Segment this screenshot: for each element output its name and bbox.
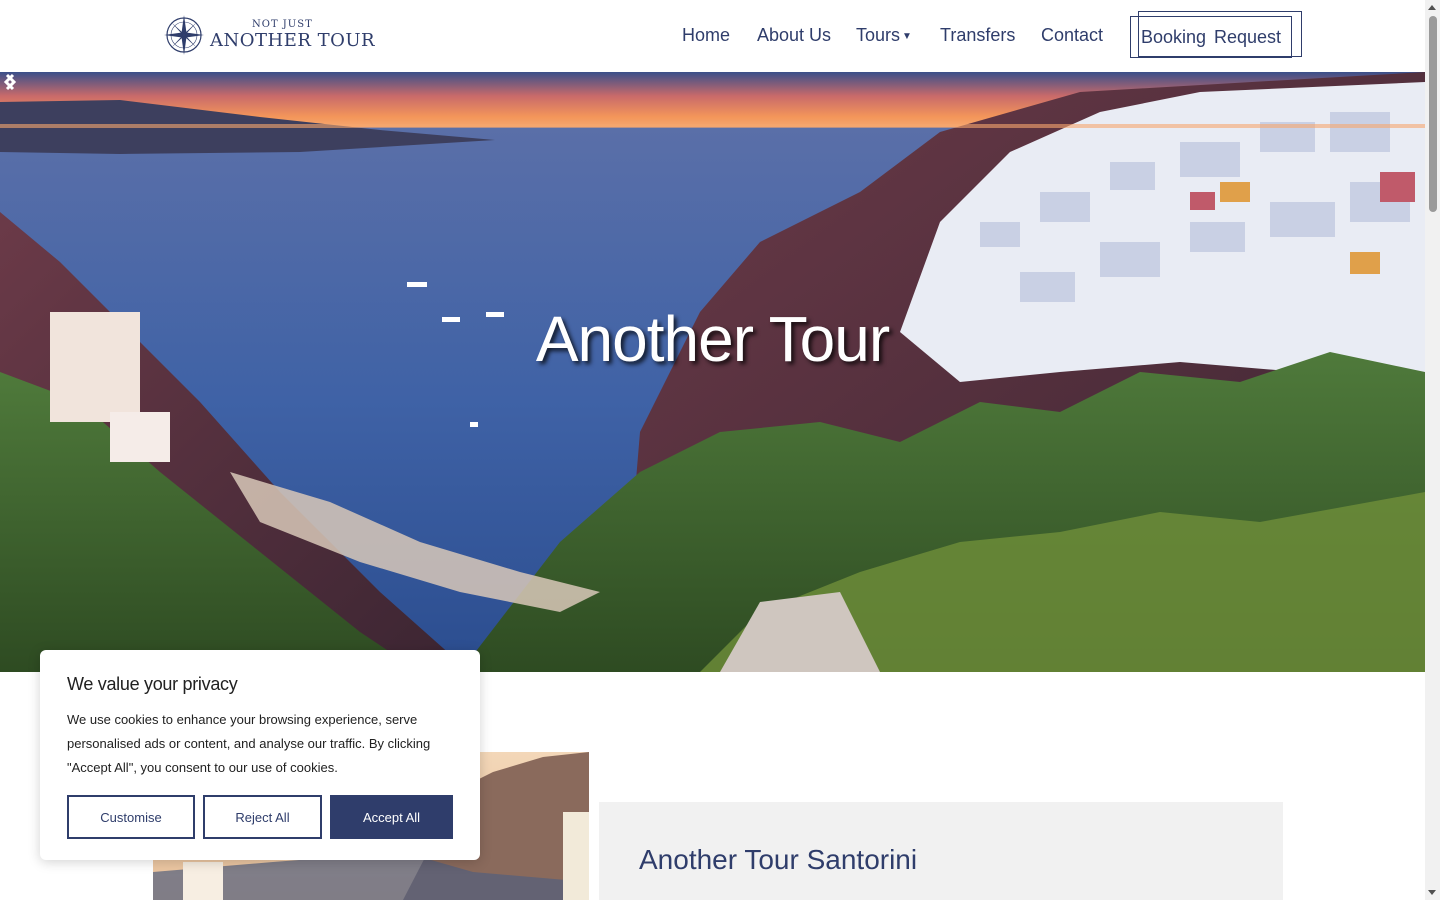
hero-slider: Another Tour [0, 72, 1425, 672]
customise-button[interactable]: Customise [67, 795, 195, 839]
compass-icon [164, 15, 204, 55]
nav-contact[interactable]: Contact [1041, 25, 1103, 46]
page-scrollbar[interactable] [1425, 0, 1440, 900]
nav-tours-label: Tours [856, 25, 901, 45]
nav-transfers[interactable]: Transfers [940, 25, 1015, 46]
chevron-down-icon: ▼ [902, 31, 912, 42]
logo-name: ANOTHER TOUR [210, 30, 376, 51]
nav-tours[interactable]: Tours ▼ [856, 25, 912, 46]
site-logo[interactable]: NOT JUST ANOTHER TOUR [162, 12, 375, 58]
tour-card-title: Another Tour Santorini [639, 844, 918, 875]
hero-title: Another Tour [535, 303, 890, 375]
scroll-thumb[interactable] [1429, 16, 1437, 212]
cookie-description: We use cookies to enhance your browsing … [67, 712, 431, 775]
tour-card: Another Tour Santorini [599, 802, 1283, 900]
cookie-title: We value your privacy [67, 674, 238, 694]
nav-home[interactable]: Home [682, 25, 730, 46]
nav-about-us[interactable]: About Us [757, 25, 831, 46]
site-header: NOT JUST ANOTHER TOUR Home About Us Tour… [0, 0, 1425, 72]
scroll-down-arrow[interactable] [1428, 890, 1436, 895]
cookie-consent-banner: We value your privacy We use cookies to … [40, 650, 480, 860]
booking-request-button[interactable]: Booking Request [1130, 11, 1302, 58]
chevron-right-icon[interactable] [0, 72, 20, 92]
accept-all-button[interactable]: Accept All [330, 795, 453, 839]
logo-tagline: NOT JUST [252, 19, 313, 30]
scroll-up-arrow[interactable] [1428, 5, 1436, 10]
reject-all-button[interactable]: Reject All [203, 795, 322, 839]
